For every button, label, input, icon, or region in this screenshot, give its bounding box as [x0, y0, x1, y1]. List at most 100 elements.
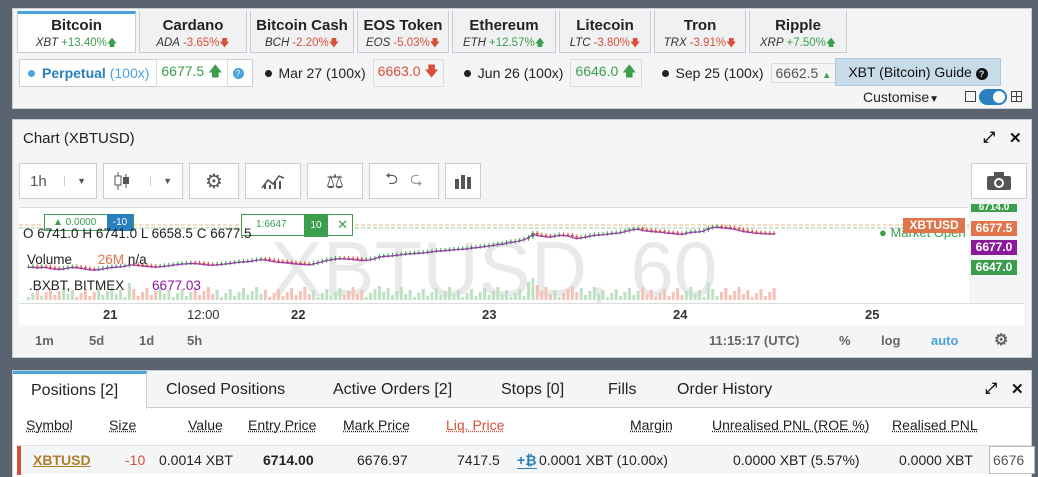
contract-jun26[interactable]: Jun 26 (100x) 6646.0 🡅	[456, 59, 650, 87]
x-tick-label: 12:00	[187, 307, 220, 322]
tab-ethereum[interactable]: Ethereum ETH +12.57%🡅	[452, 11, 556, 53]
contract-perpetual[interactable]: Perpetual (100x) 6677.5 🡅?	[19, 59, 253, 87]
help-icon[interactable]: ?	[232, 67, 244, 79]
volume-bar	[250, 291, 254, 300]
volume-bar	[540, 291, 544, 300]
tab-fills[interactable]: Fills	[608, 371, 636, 408]
auto-toggle[interactable]: auto	[931, 333, 958, 348]
tab-order-history[interactable]: Order History	[677, 371, 772, 408]
redo-icon[interactable]: ⮎	[410, 168, 423, 195]
tab-active-orders[interactable]: Active Orders [2]	[333, 371, 452, 408]
instrument-tabs: Bitcoin XBT +13.40%🡅 Cardano ADA -3.65%🡇 Bit…	[17, 11, 847, 55]
settings-button[interactable]: ⚙	[189, 163, 239, 199]
tab-positions[interactable]: Positions [2]	[13, 371, 147, 409]
volume-bar	[101, 295, 105, 300]
screenshot-button[interactable]	[971, 163, 1027, 199]
scale-icon: ⚖	[326, 170, 344, 193]
col-symbol[interactable]: Symbol	[26, 417, 73, 433]
volume-bar	[391, 295, 395, 300]
close-icon[interactable]: ✕	[1011, 380, 1024, 398]
volume-bar	[759, 289, 763, 300]
volume-toggle-button[interactable]	[445, 163, 481, 199]
volume-bar	[92, 292, 96, 300]
tab-name: Cardano	[162, 17, 224, 34]
volume-bar	[522, 296, 526, 300]
volume-bar	[382, 292, 386, 300]
tab-bitcoin[interactable]: Bitcoin XBT +13.40%🡅	[17, 11, 136, 53]
tab-stops[interactable]: Stops [0]	[501, 371, 564, 408]
volume-bar	[430, 292, 434, 300]
chart-type-select[interactable]: ▼	[103, 163, 183, 199]
volume-bar	[478, 292, 482, 300]
volume-bar	[355, 294, 359, 300]
volume-bar	[597, 294, 601, 300]
interval-select[interactable]: 1h ▼	[19, 163, 97, 199]
close-icon[interactable]: ✕	[1009, 129, 1022, 147]
volume-bar	[215, 290, 219, 300]
volume-bar	[439, 295, 443, 300]
x-tick-label: 23	[482, 307, 497, 322]
grid-view-icon[interactable]	[1011, 91, 1022, 102]
close-price-input[interactable]: 6676	[989, 446, 1035, 474]
volume-bar	[277, 289, 280, 300]
add-margin-button[interactable]: +₿	[517, 452, 537, 469]
volume-bar	[632, 295, 636, 300]
volume-bar	[575, 292, 579, 300]
col-size[interactable]: Size	[109, 417, 136, 433]
tab-change: -2.20%	[292, 37, 329, 49]
volume-bar	[465, 293, 469, 300]
volume-bar	[527, 282, 530, 300]
order-marker-right[interactable]: 1:6647 10 ✕	[241, 214, 353, 237]
positions-tabs: Positions [2] Closed Positions Active Or…	[13, 371, 1031, 409]
contract-price: 6646.0 🡅	[570, 59, 642, 87]
compare-button[interactable]: ⚖	[307, 163, 363, 199]
volume-bar	[421, 289, 425, 300]
tab-closed-positions[interactable]: Closed Positions	[166, 371, 285, 408]
tab-code: ETH	[462, 37, 486, 49]
row-symbol[interactable]: XBTUSD	[33, 452, 91, 468]
col-value[interactable]: Value	[188, 417, 223, 433]
col-liq-price[interactable]: Liq. Price	[446, 417, 504, 433]
guide-label: XBT (Bitcoin) Guide	[848, 64, 972, 80]
expand-icon[interactable]: ⤢	[985, 380, 997, 397]
contract-sep25[interactable]: Sep 25 (100x) 6662.5 ▲	[654, 59, 845, 87]
single-view-icon[interactable]	[965, 91, 976, 102]
indicators-button[interactable]	[245, 163, 301, 199]
candle	[268, 259, 272, 260]
row-unrealised-pnl: 0.0000 XBT (5.57%)	[733, 452, 860, 468]
range-1m[interactable]: 1m	[35, 333, 54, 348]
gear-icon[interactable]: ⚙	[994, 330, 1008, 350]
guide-button[interactable]: XBT (Bitcoin) Guide ?	[835, 58, 1001, 86]
percent-toggle[interactable]: %	[839, 333, 851, 348]
volume-bar	[360, 290, 364, 300]
close-icon[interactable]: ✕	[337, 217, 348, 233]
row-realised-pnl: 0.0000 XBT	[899, 452, 973, 468]
range-5h[interactable]: 5h	[187, 333, 202, 348]
tab-cardano[interactable]: Cardano ADA -3.65%🡇	[139, 11, 247, 53]
volume-bar	[303, 287, 307, 300]
col-realised-pnl[interactable]: Realised PNL	[892, 417, 978, 433]
layout-toggle[interactable]	[979, 89, 1007, 105]
customise-dropdown[interactable]: Customise▼	[863, 89, 939, 105]
volume-bar	[702, 297, 706, 300]
volume-bar	[27, 297, 30, 300]
contract-mar27[interactable]: Mar 27 (100x) 6663.0 🡇	[257, 59, 452, 87]
expand-icon[interactable]: ⤢	[983, 129, 995, 146]
tab-tron[interactable]: Tron TRX -3.91%🡇	[654, 11, 746, 53]
tab-eos-token[interactable]: EOS Token EOS -5.03%🡇	[357, 11, 449, 53]
customise-label: Customise	[863, 89, 930, 105]
volume-bar	[443, 291, 447, 300]
volume-bar	[272, 293, 276, 300]
range-1d[interactable]: 1d	[139, 333, 154, 348]
col-entry-price[interactable]: Entry Price	[248, 417, 316, 433]
log-toggle[interactable]: log	[881, 333, 901, 348]
tab-ripple[interactable]: Ripple XRP +7.50%🡅	[749, 11, 847, 53]
tab-bitcoin-cash[interactable]: Bitcoin Cash BCH -2.20%🡇	[250, 11, 354, 53]
range-5d[interactable]: 5d	[89, 333, 104, 348]
col-mark-price[interactable]: Mark Price	[343, 417, 410, 433]
undo-icon[interactable]: ⮌	[385, 168, 398, 195]
row-mark-price: 6676.97	[357, 452, 408, 468]
tab-litecoin[interactable]: Litecoin LTC -3.80%🡇	[559, 11, 651, 53]
col-margin[interactable]: Margin	[630, 417, 673, 433]
col-unrealised-pnl[interactable]: Unrealised PNL (ROE %)	[712, 417, 869, 433]
